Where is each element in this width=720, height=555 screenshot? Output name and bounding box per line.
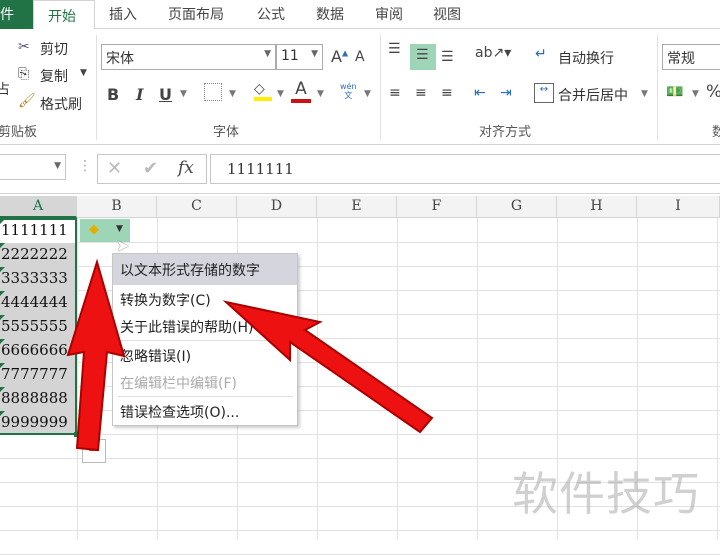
watermark: 软件技巧 [512,467,700,521]
red-arrow-left [222,300,434,434]
red-arrow-up [66,258,126,452]
